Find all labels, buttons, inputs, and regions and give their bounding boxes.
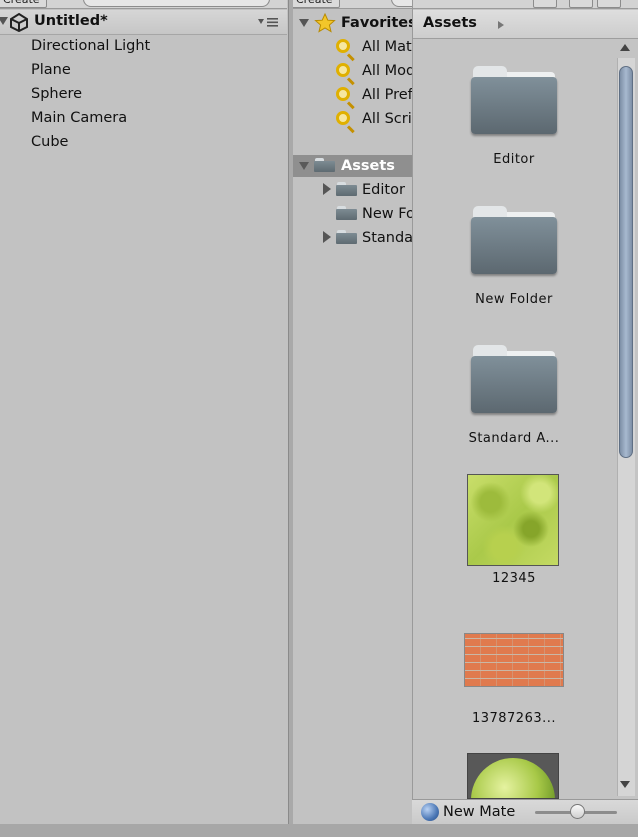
scene-expand-arrow-icon[interactable]	[0, 17, 8, 25]
folder-label: Editor	[362, 182, 405, 198]
search-filter-icon	[336, 63, 350, 77]
search-filter-icon	[336, 87, 350, 101]
favorite-button[interactable]	[597, 0, 621, 8]
filter-label-button[interactable]	[569, 0, 593, 8]
unity-scene-icon	[10, 12, 28, 32]
texture-thumbnail[interactable]	[467, 474, 559, 566]
project-tree: Create Favorites All Materials All Model…	[293, 0, 412, 824]
favorite-label: All Prefabs	[362, 87, 412, 103]
editor-footer	[0, 824, 638, 837]
search-filter-icon	[336, 111, 350, 125]
scrollbar-thumb[interactable]	[619, 66, 633, 458]
scene-header[interactable]: Untitled*	[0, 10, 287, 35]
tree-folder-item[interactable]: New Folder	[293, 203, 412, 225]
hierarchy-item[interactable]: Directional Light	[31, 37, 150, 55]
asset-label[interactable]: 13787263...	[449, 711, 579, 726]
hierarchy-search-input[interactable]	[83, 0, 270, 7]
asset-label[interactable]: New Folder	[449, 292, 579, 307]
assets-expand-arrow-icon[interactable]	[299, 162, 309, 170]
tree-favorites[interactable]: Favorites	[293, 12, 412, 34]
project-toolbar: Create	[293, 0, 412, 9]
folder-icon	[336, 182, 357, 196]
hierarchy-item[interactable]: Cube	[31, 133, 68, 151]
favorite-label: All Scripts	[362, 111, 412, 127]
material-sphere-icon	[421, 803, 439, 821]
tree-assets-root[interactable]: Assets	[293, 155, 412, 177]
asset-label[interactable]: Standard A...	[449, 431, 579, 446]
asset-folder-icon[interactable]	[471, 345, 557, 415]
material-thumbnail[interactable]	[467, 753, 559, 799]
zoom-slider-knob[interactable]	[570, 804, 585, 819]
asset-folder-icon[interactable]	[471, 66, 557, 136]
breadcrumb-assets[interactable]: Assets	[423, 15, 477, 31]
hierarchy-toolbar: Create	[0, 0, 287, 9]
favorite-label: All Models	[362, 63, 412, 79]
favorite-label: All Materials	[362, 39, 412, 55]
tree-favorite-item[interactable]: All Models	[293, 60, 412, 82]
hierarchy-item[interactable]: Sphere	[31, 85, 82, 103]
selected-asset-name: New Mate	[443, 804, 516, 820]
tree-favorite-item[interactable]: All Prefabs	[293, 84, 412, 106]
tree-folder-item[interactable]: Standard Assets	[293, 227, 412, 249]
expand-arrow-icon[interactable]	[323, 231, 331, 243]
scene-menu-icon[interactable]	[258, 16, 280, 28]
expand-arrow-icon[interactable]	[323, 183, 331, 195]
hierarchy-panel: Create Untitled* Directional Light Plane…	[0, 0, 289, 824]
filter-type-button[interactable]	[533, 0, 557, 8]
grid-toolbar	[413, 0, 638, 9]
assets-root-label: Assets	[341, 158, 395, 174]
folder-icon	[336, 206, 357, 220]
folder-label: Standard Assets	[362, 230, 412, 246]
folder-icon	[314, 158, 335, 172]
search-filter-icon	[336, 39, 350, 53]
scene-title: Untitled*	[34, 13, 108, 29]
breadcrumb-arrow-icon	[498, 21, 504, 29]
scroll-down-arrow-icon[interactable]	[620, 781, 630, 788]
favorites-label: Favorites	[341, 15, 412, 31]
asset-label[interactable]: 12345	[449, 571, 579, 586]
hierarchy-create-button[interactable]: Create	[0, 0, 47, 8]
folder-icon	[336, 230, 357, 244]
tree-favorite-item[interactable]: All Materials	[293, 36, 412, 58]
star-icon	[314, 13, 336, 33]
scroll-up-arrow-icon[interactable]	[620, 44, 630, 51]
asset-folder-icon[interactable]	[471, 206, 557, 276]
tree-favorite-item[interactable]: All Scripts	[293, 108, 412, 130]
folder-label: New Folder	[362, 206, 412, 222]
grid-breadcrumb-bar: Assets	[413, 10, 638, 39]
project-create-button[interactable]: Create	[293, 0, 340, 8]
grid-status-bar: New Mate	[412, 799, 638, 825]
tree-folder-item[interactable]: Editor	[293, 179, 412, 201]
hierarchy-item[interactable]: Main Camera	[31, 109, 127, 127]
asset-label[interactable]: Editor	[449, 152, 579, 167]
favorites-expand-arrow-icon[interactable]	[299, 19, 309, 27]
texture-thumbnail[interactable]	[464, 633, 564, 687]
project-search-input[interactable]	[391, 0, 412, 7]
hierarchy-item[interactable]: Plane	[31, 61, 71, 79]
